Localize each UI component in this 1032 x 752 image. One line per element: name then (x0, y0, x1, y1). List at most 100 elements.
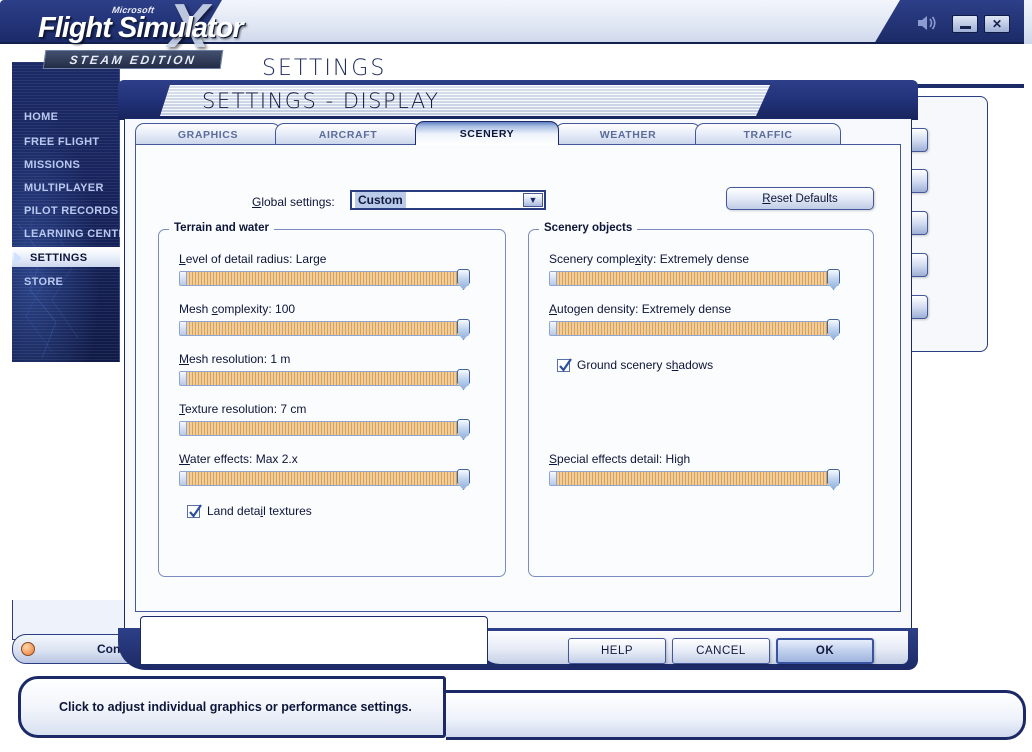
sidebar-item-home[interactable]: HOME (12, 106, 120, 128)
ground-scenery-shadows-checkbox[interactable] (557, 357, 572, 372)
logo-title: Flight Simulator (38, 12, 244, 44)
slider-water-effects[interactable] (179, 469, 470, 490)
slider-thumb[interactable] (827, 469, 840, 490)
slider-row-level-of-detail-radius: Level of detail radius: Large (179, 252, 470, 290)
help-label: HELP (600, 645, 634, 657)
sidebar-item-learning-center[interactable]: LEARNING CENTER (12, 223, 120, 245)
checkbox-row-ground-scenery-shadows[interactable]: Ground scenery shadows (557, 357, 713, 372)
status-bar-extension (446, 690, 1026, 740)
slider-thumb[interactable] (457, 319, 470, 340)
speaker-icon[interactable] (916, 13, 938, 33)
text-pre: Ground scenery s (577, 358, 672, 372)
tab-label: GRAPHICS (177, 128, 239, 141)
ok-button[interactable]: OK (776, 638, 874, 664)
sidebar-item-missions[interactable]: MISSIONS (12, 154, 120, 176)
text-post: adows (678, 358, 714, 372)
group-terrain-and-water: Terrain and water Level of detail radius… (158, 222, 506, 577)
slider-texture-resolution[interactable] (179, 419, 470, 440)
sidebar-item-label: SETTINGS (30, 251, 88, 264)
dialog-title: SETTINGS - DISPLAY (202, 89, 440, 113)
slider-label-level-of-detail-radius: Level of detail radius: Large (179, 252, 469, 266)
text: ity: Extremely dense (641, 252, 750, 266)
tab-aircraft[interactable]: AIRCRAFT (275, 123, 421, 145)
slider-row-mesh-resolution: Mesh resolution: 1 m (179, 352, 470, 390)
sidebar-item-label: MISSIONS (24, 159, 81, 171)
tab-graphics[interactable]: GRAPHICS (135, 123, 281, 145)
global-settings-dropdown[interactable]: Custom ▼ (350, 190, 546, 210)
global-settings-text: lobal settings: (261, 195, 335, 209)
land-detail-textures-label: Land detail textures (207, 504, 312, 518)
slider-level-of-detail-radius[interactable] (179, 269, 470, 290)
slider-label-special-effects-detail: Special effects detail: High (549, 452, 839, 466)
tab-label: WEATHER (599, 128, 657, 141)
app-root: ✕ X Microsoft Flight Simulator STEAM EDI… (0, 0, 1032, 752)
slider-thumb[interactable] (457, 419, 470, 440)
slider-thumb[interactable] (457, 269, 470, 290)
text: evel of detail radius: Large (185, 252, 327, 266)
slider-scenery-complexity[interactable] (549, 269, 840, 290)
sidebar-item-label: HOME (24, 111, 59, 123)
text: esh resolution: 1 m (189, 352, 291, 366)
text-pre: Mesh (179, 302, 212, 316)
land-detail-textures-checkbox[interactable] (187, 503, 202, 518)
text-pre: Scenery comple (549, 252, 636, 266)
sidebar-item-pilot-records[interactable]: PILOT RECORDS (12, 200, 120, 222)
slider-row-texture-resolution: Texture resolution: 7 cm (179, 402, 470, 440)
tab-label: AIRCRAFT (318, 128, 378, 141)
slider-label-mesh-resolution: Mesh resolution: 1 m (179, 352, 469, 366)
tab-weather[interactable]: WEATHER (555, 123, 701, 145)
minimize-button[interactable] (952, 15, 978, 33)
sidebar-item-multiplayer[interactable]: MULTIPLAYER (12, 177, 120, 199)
slider-row-mesh-complexity: Mesh complexity: 100 (179, 302, 470, 340)
accel: S (549, 452, 558, 466)
slider-autogen-density[interactable] (549, 319, 840, 340)
slider-thumb[interactable] (827, 269, 840, 290)
group-scenery-objects: Scenery objects Scenery complexity: Extr… (528, 222, 874, 577)
sidebar-item-label: FREE FLIGHT (24, 136, 100, 148)
slider-row-scenery-complexity: Scenery complexity: Extremely dense (549, 252, 840, 290)
slider-mesh-resolution[interactable] (179, 369, 470, 390)
settings-display-dialog: SETTINGS - DISPLAY GRAPHICS AIRCRAFT SCE… (118, 80, 918, 670)
slider-label-texture-resolution: Texture resolution: 7 cm (179, 402, 469, 416)
sidebar-item-settings[interactable]: SETTINGS (12, 247, 120, 267)
ok-label: OK (815, 645, 835, 657)
slider-label-autogen-density: Autogen density: Extremely dense (549, 302, 839, 316)
chevron-down-icon[interactable]: ▼ (523, 193, 543, 207)
slider-special-effects-detail[interactable] (549, 469, 840, 490)
dialog-body: GRAPHICS AIRCRAFT SCENERY WEATHER TRAFFI… (124, 118, 912, 636)
help-button[interactable]: HELP (568, 638, 666, 664)
text: ater effects: Max 2.x (189, 452, 298, 466)
global-settings-label: Global settings: (252, 195, 335, 209)
sidebar-item-store[interactable]: STORE (12, 271, 120, 293)
group-legend-scenery: Scenery objects (539, 222, 638, 234)
ground-scenery-shadows-label: Ground scenery shadows (577, 358, 713, 372)
checkbox-row-land-detail-textures[interactable]: Land detail textures (187, 503, 312, 518)
slider-label-scenery-complexity: Scenery complexity: Extremely dense (549, 252, 839, 266)
logo-edition: STEAM EDITION (42, 50, 224, 69)
slider-thumb[interactable] (827, 319, 840, 340)
sidebar: HOME FREE FLIGHT MISSIONS MULTIPLAYER PI… (12, 62, 120, 362)
app-logo: X Microsoft Flight Simulator STEAM EDITI… (16, 0, 244, 74)
checkmark-icon (559, 357, 572, 372)
tab-traffic[interactable]: TRAFFIC (695, 123, 841, 145)
tab-scenery[interactable]: SCENERY (415, 121, 559, 145)
slider-mesh-complexity[interactable] (179, 319, 470, 340)
sidebar-item-label: MULTIPLAYER (24, 182, 104, 194)
slider-thumb[interactable] (457, 469, 470, 490)
cancel-button[interactable]: CANCEL (672, 638, 770, 664)
dialog-titlebar: SETTINGS - DISPLAY (118, 80, 918, 120)
close-button[interactable]: ✕ (984, 15, 1010, 33)
cancel-label: CANCEL (696, 645, 746, 657)
accel: A (549, 302, 558, 316)
reset-accel: R (762, 192, 771, 205)
slider-thumb[interactable] (457, 369, 470, 390)
reset-defaults-button[interactable]: Reset Defaults (726, 187, 874, 210)
text: utogen density: Extremely dense (557, 302, 732, 316)
close-icon: ✕ (991, 17, 1003, 31)
sidebar-item-free-flight[interactable]: FREE FLIGHT (12, 131, 120, 153)
reset-label: eset Defaults (770, 192, 838, 205)
page-title: SETTINGS (262, 56, 387, 81)
status-text: Click to adjust individual graphics or p… (59, 700, 412, 714)
slider-row-autogen-density: Autogen density: Extremely dense (549, 302, 840, 340)
tab-bar: GRAPHICS AIRCRAFT SCENERY WEATHER TRAFFI… (135, 121, 901, 145)
